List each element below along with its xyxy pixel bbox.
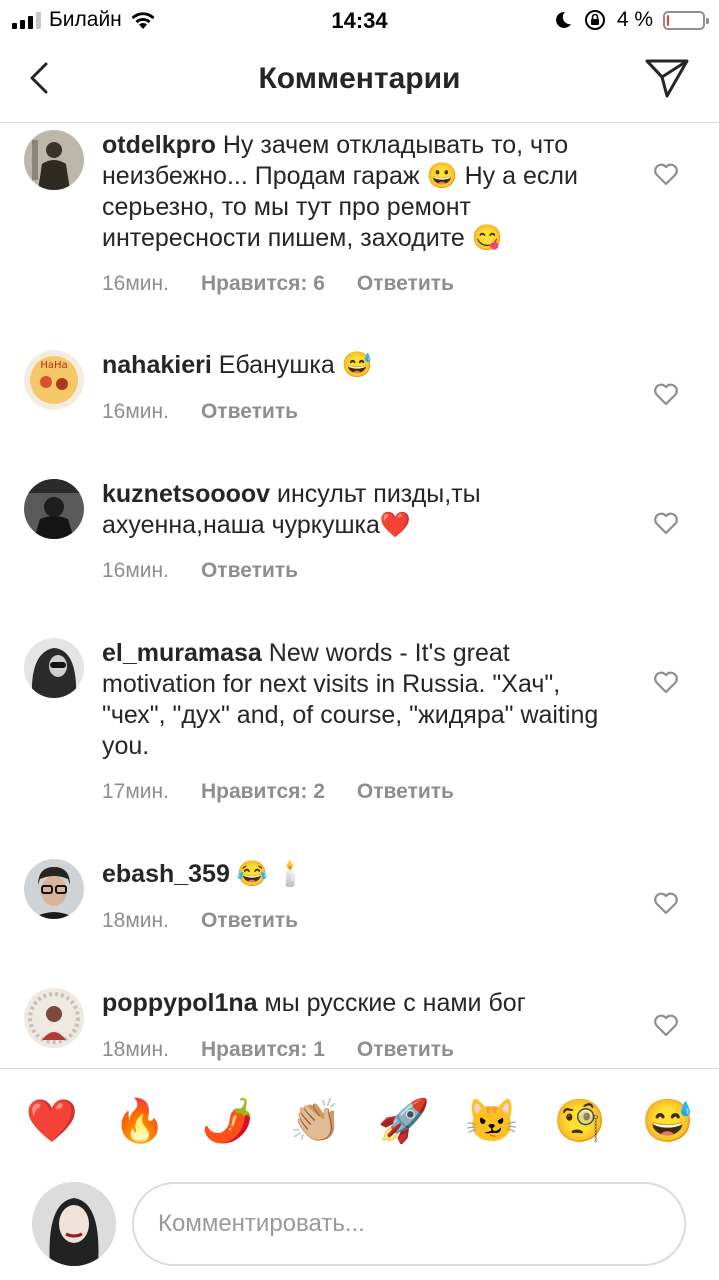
emoji-fire[interactable]: 🔥 <box>112 1093 168 1149</box>
emoji-smirking-cat[interactable]: 😼 <box>464 1093 520 1149</box>
battery-fill <box>667 14 669 26</box>
username[interactable]: kuznetsoooov <box>102 480 270 508</box>
emoji-monocle-face[interactable]: 🧐 <box>552 1093 608 1149</box>
avatar[interactable] <box>24 130 84 190</box>
comment-time: 16мин. <box>102 559 169 582</box>
username[interactable]: ebash_359 <box>102 860 230 888</box>
heart-icon[interactable] <box>653 162 679 186</box>
avatar[interactable] <box>24 479 84 539</box>
paper-plane-icon[interactable] <box>643 56 691 100</box>
emoji-sweat-smile[interactable]: 😅 <box>640 1093 696 1149</box>
reply-button[interactable]: Ответить <box>201 400 298 424</box>
heart-icon[interactable] <box>653 382 679 406</box>
comment-time: 16мин. <box>102 400 169 423</box>
comment-meta: 18мин. Ответить <box>102 909 298 933</box>
comment-text: Ебанушка 😅 <box>218 351 373 379</box>
likes-count[interactable]: Нравится: 2 <box>201 780 325 804</box>
emoji-clapping-hands[interactable]: 👏🏼 <box>288 1093 344 1149</box>
username[interactable]: poppypol1na <box>102 989 258 1017</box>
status-bar-right: 4 % <box>553 8 709 32</box>
emoji-hot-pepper[interactable]: 🌶️ <box>200 1093 256 1149</box>
comment-time: 16мин. <box>102 272 169 295</box>
likes-count[interactable]: Нравится: 6 <box>201 272 325 296</box>
username[interactable]: otdelkpro <box>102 131 216 159</box>
comment-body: kuznetsoooov инсульт пизды,ты ахуенна,на… <box>102 479 622 541</box>
comment-meta: 16мин. Ответить <box>102 559 298 583</box>
comment-body: nahakieri Ебанушка 😅 <box>102 350 622 381</box>
likes-count[interactable]: Нравится: 1 <box>201 1038 325 1062</box>
comment-text: 😂 🕯️ <box>236 860 307 888</box>
header: Комментарии <box>0 40 719 123</box>
reply-button[interactable]: Ответить <box>201 909 298 933</box>
comment-body: poppypol1na мы русские с нами бог <box>102 988 622 1019</box>
comment-input[interactable] <box>132 1182 686 1266</box>
comment-time: 18мин. <box>102 1038 169 1061</box>
emoji-bar: ❤️ 🔥 🌶️ 👏🏼 🚀 😼 🧐 😅 <box>0 1068 719 1176</box>
reply-button[interactable]: Ответить <box>201 559 298 583</box>
comment-meta: 16мин. Нравится: 6 Ответить <box>102 272 454 296</box>
emoji-red-heart[interactable]: ❤️ <box>24 1093 80 1149</box>
battery-percent: 4 % <box>616 8 653 31</box>
battery-icon <box>663 10 709 30</box>
heart-icon[interactable] <box>653 891 679 915</box>
reply-button[interactable]: Ответить <box>357 1038 454 1062</box>
user-avatar[interactable] <box>32 1182 116 1266</box>
svg-text:HaHa: HaHa <box>40 360 67 371</box>
heart-icon[interactable] <box>653 670 679 694</box>
avatar[interactable]: HaHa <box>24 350 84 410</box>
status-bar: Билайн 14:34 4 % <box>0 0 719 40</box>
username[interactable]: el_muramasa <box>102 639 262 667</box>
avatar[interactable] <box>24 988 84 1048</box>
comment-composer <box>0 1175 719 1280</box>
comment-body: otdelkpro Ну зачем откладывать то, что н… <box>102 130 622 254</box>
comment-text: мы русские с нами бог <box>264 989 526 1017</box>
comment-time: 18мин. <box>102 909 169 932</box>
emoji-rocket[interactable]: 🚀 <box>376 1093 432 1149</box>
moon-icon <box>555 11 571 28</box>
comment-meta: 17мин. Нравится: 2 Ответить <box>102 780 454 804</box>
comment-time: 17мин. <box>102 780 169 803</box>
heart-icon[interactable] <box>653 1013 679 1037</box>
page-title: Комментарии <box>258 62 461 95</box>
comment-meta: 16мин. Ответить <box>102 400 298 424</box>
comment-meta: 18мин. Нравится: 1 Ответить <box>102 1038 454 1062</box>
avatar[interactable] <box>24 638 84 698</box>
comment-body: el_muramasa New words - It's great motiv… <box>102 638 622 762</box>
comment-list[interactable]: otdelkpro Ну зачем откладывать то, что н… <box>0 123 719 1068</box>
reply-button[interactable]: Ответить <box>357 272 454 296</box>
avatar[interactable] <box>24 859 84 919</box>
comment-body: ebash_359 😂 🕯️ <box>102 859 622 890</box>
orientation-lock-icon <box>584 10 605 30</box>
heart-icon[interactable] <box>653 511 679 535</box>
username[interactable]: nahakieri <box>102 351 212 379</box>
reply-button[interactable]: Ответить <box>357 780 454 804</box>
